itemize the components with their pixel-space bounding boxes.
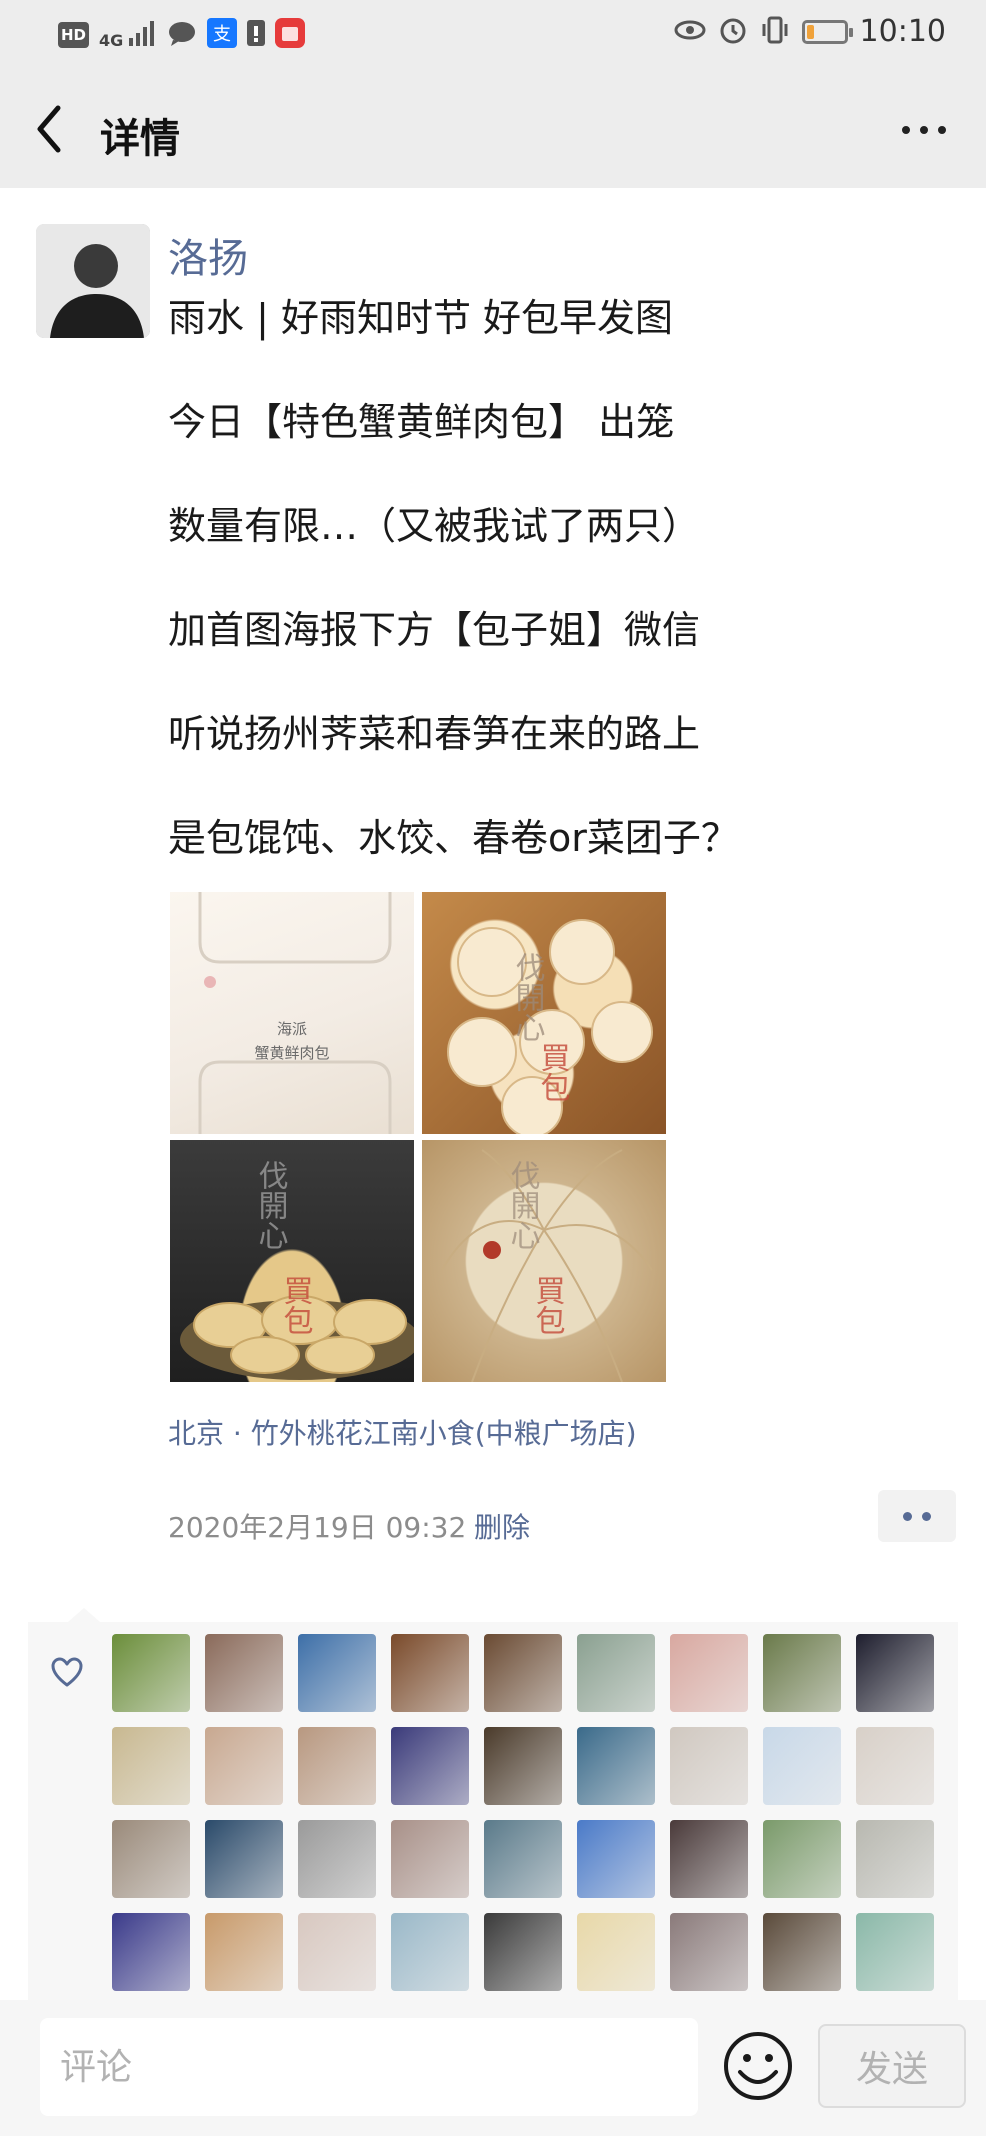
liker-avatar[interactable]	[112, 1913, 190, 1991]
liker-avatar[interactable]	[484, 1820, 562, 1898]
liker-avatar[interactable]	[484, 1634, 562, 1712]
battery-icon	[801, 19, 853, 44]
hd-icon: HD	[58, 22, 90, 48]
nav-bar: 详情	[0, 70, 986, 188]
photo-bun-closeup[interactable]: 伐開心 買包	[422, 1140, 666, 1382]
poster-text: 海派	[277, 1020, 307, 1038]
liker-avatar[interactable]	[670, 1820, 748, 1898]
watermark-text: 伐開心	[510, 952, 545, 1042]
author-avatar[interactable]	[36, 224, 150, 338]
liker-avatar[interactable]	[112, 1634, 190, 1712]
location-link[interactable]: 北京 · 竹外桃花江南小食(中粮广场店)	[168, 1412, 637, 1452]
watermark-text: 買包	[278, 1275, 313, 1335]
liker-avatar[interactable]	[112, 1727, 190, 1805]
dot	[938, 126, 946, 134]
comment-actions-button[interactable]	[878, 1490, 956, 1542]
post-content: 雨水 | 好雨知时节 好包早发图 今日【特色蟹黄鲜肉包】 出笼 数量有限…（又被…	[168, 288, 928, 912]
post-line: 雨水 | 好雨知时节 好包早发图	[168, 296, 674, 340]
liker-avatar[interactable]	[298, 1913, 376, 1991]
battery-level	[806, 24, 814, 39]
liker-avatar[interactable]	[856, 1634, 934, 1712]
delete-button[interactable]: 删除	[474, 1506, 530, 1546]
chat-icon	[167, 20, 197, 50]
svg-text:支: 支	[213, 24, 231, 45]
liker-avatar[interactable]	[763, 1913, 841, 1991]
liker-avatar[interactable]	[577, 1727, 655, 1805]
watermark-text: 伐開心	[253, 1160, 288, 1250]
comment-bar: 发送	[0, 2000, 986, 2136]
likes-panel	[28, 1608, 958, 2000]
liker-avatar[interactable]	[205, 1634, 283, 1712]
more-dots-icon[interactable]	[902, 126, 946, 134]
send-button[interactable]: 发送	[818, 2024, 966, 2108]
liker-avatar[interactable]	[298, 1634, 376, 1712]
back-arrow-icon[interactable]	[30, 102, 70, 156]
poster-text: 蟹黄鲜肉包	[254, 1044, 329, 1062]
liker-avatar[interactable]	[391, 1820, 469, 1898]
liker-avatar-grid	[112, 1634, 934, 1991]
post-timestamp: 2020年2月19日 09:32	[168, 1511, 467, 1544]
huawei-icon	[274, 18, 305, 52]
comment-input[interactable]	[40, 2018, 698, 2116]
liker-avatar[interactable]	[205, 1820, 283, 1898]
post-line: 听说扬州荠菜和春笋在来的路上	[168, 712, 701, 756]
page-title: 详情	[100, 116, 180, 162]
liker-avatar[interactable]	[763, 1820, 841, 1898]
post-line: 是包馄饨、水饺、春卷or菜团子？	[168, 816, 739, 860]
watermark-text: 買包	[535, 1042, 570, 1102]
liker-avatar[interactable]	[391, 1634, 469, 1712]
status-bar: HD 4G 支 10:10	[0, 0, 986, 70]
liker-avatar[interactable]	[577, 1634, 655, 1712]
liker-avatar[interactable]	[763, 1634, 841, 1712]
liker-avatar[interactable]	[205, 1913, 283, 1991]
liker-avatar[interactable]	[670, 1913, 748, 1991]
emoji-icon[interactable]	[722, 2030, 794, 2102]
watermark-text: 買包	[530, 1275, 565, 1335]
post-line: 数量有限…（又被我试了两只）	[168, 504, 701, 548]
author-name[interactable]: 洛扬	[168, 226, 248, 284]
liker-avatar[interactable]	[298, 1820, 376, 1898]
dot	[902, 126, 910, 134]
alarm-icon	[718, 15, 748, 49]
liker-avatar[interactable]	[484, 1913, 562, 1991]
liker-avatar[interactable]	[484, 1727, 562, 1805]
liker-avatar[interactable]	[205, 1727, 283, 1805]
liker-avatar[interactable]	[763, 1727, 841, 1805]
photo-grid: 海派 蟹黄鲜肉包 伐開心 買包 伐開心 買包 伐開心 買包	[170, 892, 668, 1382]
eye-icon	[674, 19, 706, 45]
photo-steamer-buns[interactable]: 伐開心 買包	[422, 892, 666, 1134]
alert-icon	[246, 18, 265, 52]
status-right-icons: 10:10	[674, 14, 946, 49]
liker-avatar[interactable]	[391, 1913, 469, 1991]
signal-icon: 4G	[99, 20, 157, 50]
post-line: 加首图海报下方【包子姐】微信	[168, 608, 701, 652]
dot	[920, 126, 928, 134]
status-left-icons: HD 4G 支	[58, 18, 305, 52]
liker-avatar[interactable]	[298, 1727, 376, 1805]
post-line: 今日【特色蟹黄鲜肉包】 出笼	[168, 400, 675, 444]
watermark-text: 伐開心	[505, 1160, 540, 1250]
dot	[903, 1511, 912, 1521]
liker-avatar[interactable]	[577, 1820, 655, 1898]
liker-avatar[interactable]	[391, 1727, 469, 1805]
liker-avatar[interactable]	[112, 1820, 190, 1898]
vibrate-icon	[760, 15, 790, 49]
photo-dark-buns[interactable]: 伐開心 買包	[170, 1140, 414, 1382]
network-type-label: 4G	[99, 31, 124, 50]
liker-avatar[interactable]	[577, 1913, 655, 1991]
liker-avatar[interactable]	[670, 1634, 748, 1712]
photo-poster[interactable]: 海派 蟹黄鲜肉包	[170, 892, 414, 1134]
liker-avatar[interactable]	[856, 1727, 934, 1805]
likes-pointer	[68, 1608, 100, 1622]
liker-avatar[interactable]	[856, 1913, 934, 1991]
heart-icon	[50, 1656, 84, 1690]
dot	[922, 1511, 931, 1521]
alipay-icon: 支	[206, 18, 237, 52]
liker-avatar[interactable]	[670, 1727, 748, 1805]
liker-avatar[interactable]	[856, 1820, 934, 1898]
clock: 10:10	[859, 14, 946, 49]
